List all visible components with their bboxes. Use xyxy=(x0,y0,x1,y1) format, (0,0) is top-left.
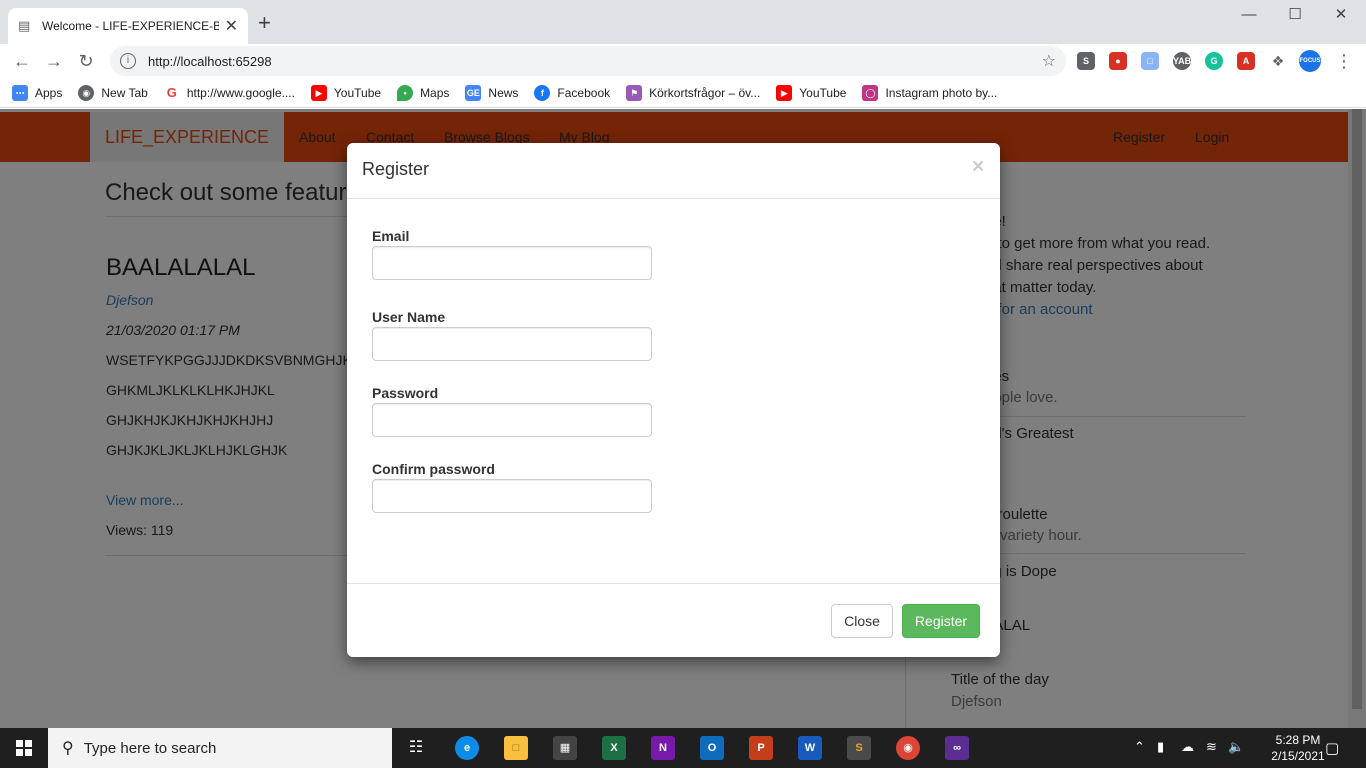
modal-title: Register xyxy=(362,159,430,179)
sublime-text-icon[interactable]: S xyxy=(847,736,871,760)
grammarly-extension-icon[interactable]: G xyxy=(1205,52,1223,70)
close-button[interactable]: Close xyxy=(831,604,893,638)
clock-date: 2/15/2021 xyxy=(1271,749,1325,763)
modal-header: Register × xyxy=(347,143,1000,199)
windows-start-icon[interactable] xyxy=(0,728,48,768)
back-icon[interactable]: ← xyxy=(11,50,33,72)
tab-title: Welcome - LIFE-EXPERIENCE-Blo xyxy=(42,19,219,33)
username-label: User Name xyxy=(372,309,446,325)
bookmark-label: YouTube xyxy=(333,85,382,100)
wifi-icon[interactable]: ≋ xyxy=(1206,739,1217,755)
bookmark-label: Facebook xyxy=(557,85,611,100)
bookmark-facebook[interactable]: f Facebook xyxy=(534,84,611,101)
modal-footer: Close Register xyxy=(347,583,1000,657)
extensions-puzzle-icon[interactable]: ❖ xyxy=(1269,52,1287,70)
device-extension-icon[interactable]: □ xyxy=(1141,52,1159,70)
bookmark-label: Maps xyxy=(420,85,450,100)
browser-tab[interactable]: ▤ Welcome - LIFE-EXPERIENCE-Blo ✕ xyxy=(8,8,248,44)
address-bar[interactable]: i http://localhost:65298 ☆ xyxy=(110,46,1066,76)
tab-close-icon[interactable]: ✕ xyxy=(225,16,238,36)
reload-icon[interactable]: ↻ xyxy=(75,50,97,72)
onedrive-cloud-icon[interactable]: ☁ xyxy=(1181,739,1194,755)
powerpoint-icon[interactable]: P xyxy=(749,736,773,760)
modal-close-icon[interactable]: × xyxy=(972,155,984,179)
bookmark-label: New Tab xyxy=(101,85,148,100)
menu-kebab-icon[interactable]: ⋮ xyxy=(1333,50,1355,72)
bookmark-news[interactable]: GE News xyxy=(465,84,519,101)
edge-icon[interactable]: e xyxy=(455,736,479,760)
store-icon[interactable]: ▦ xyxy=(553,736,577,760)
instagram-icon: ◯ xyxy=(862,84,879,101)
notifications-icon[interactable]: ▢ xyxy=(1325,739,1339,757)
search-icon: ⚲ xyxy=(62,740,74,757)
profile-avatar-icon[interactable]: FOCUS xyxy=(1299,50,1321,72)
bookmarks-bar: ⋯ Apps ◉ New Tab Ghttp://www.google.... ▶ Y… xyxy=(0,78,1366,108)
username-field[interactable] xyxy=(372,327,652,361)
bookmark-star-icon[interactable]: ☆ xyxy=(1042,51,1056,71)
visual-studio-icon[interactable]: ∞ xyxy=(945,736,969,760)
confirm-password-label: Confirm password xyxy=(372,461,495,477)
bookmark-label: Körkortsfrågor – öv... xyxy=(649,85,761,100)
task-view-icon[interactable]: ☷ xyxy=(404,736,428,760)
maps-pin-icon: • xyxy=(397,84,414,101)
taskbar-search[interactable]: ⚲ Type here to search xyxy=(48,728,392,768)
maximize-icon[interactable]: ☐ xyxy=(1272,0,1318,32)
window-close-icon[interactable]: ✕ xyxy=(1318,0,1364,32)
youtube-icon: ▶ xyxy=(776,84,793,101)
site-info-icon[interactable]: i xyxy=(120,53,136,69)
news-icon: GE xyxy=(465,84,482,101)
bookmark-youtube-2[interactable]: ▶ YouTube xyxy=(776,84,847,101)
forward-icon[interactable]: → xyxy=(43,50,65,72)
chrome-icon[interactable]: ◉ xyxy=(896,736,920,760)
word-icon[interactable]: W xyxy=(798,736,822,760)
apps-grid-icon: ⋯ xyxy=(12,84,28,101)
taskbar-clock[interactable]: 5:28 PM 2/15/2021 xyxy=(1270,732,1326,764)
google-icon: G xyxy=(163,84,180,101)
bookmark-new-tab[interactable]: ◉ New Tab xyxy=(78,84,148,101)
browser-tabstrip: ▤ Welcome - LIFE-EXPERIENCE-Blo ✕ + — ☐ … xyxy=(0,0,1366,44)
bookmark-youtube[interactable]: ▶ YouTube xyxy=(310,84,382,101)
minimize-icon[interactable]: — xyxy=(1226,0,1272,32)
outlook-icon[interactable]: O xyxy=(700,736,724,760)
show-hidden-icons-icon[interactable]: ⌃ xyxy=(1134,739,1145,755)
file-explorer-icon[interactable]: □ xyxy=(504,736,528,760)
bookmark-label: Apps xyxy=(35,85,63,100)
flag-icon: ⚑ xyxy=(626,84,643,101)
email-label: Email xyxy=(372,228,410,244)
volume-muted-icon[interactable]: 🔈 xyxy=(1228,739,1244,755)
facebook-icon: f xyxy=(534,84,551,101)
page-viewport: LIFE_EXPERIENCE About Contact Browse Blo… xyxy=(0,109,1366,728)
skype-extension-icon[interactable]: S xyxy=(1077,52,1095,70)
confirm-password-field[interactable] xyxy=(372,479,652,513)
bookmark-instagram[interactable]: ◯ Instagram photo by... xyxy=(862,84,998,101)
password-label: Password xyxy=(372,385,439,401)
onenote-icon[interactable]: N xyxy=(651,736,675,760)
clock-time: 5:28 PM xyxy=(1275,733,1321,747)
battery-icon[interactable]: ▮ xyxy=(1157,739,1164,755)
bookmark-apps[interactable]: ⋯ Apps xyxy=(12,84,63,101)
bookmark-korkort[interactable]: ⚑ Körkortsfrågor – öv... xyxy=(626,84,761,101)
globe-icon: ◉ xyxy=(78,84,95,101)
browser-toolbar: ← → ↻ i http://localhost:65298 ☆ S ● □ Y… xyxy=(0,44,1366,78)
page-favicon-icon: ▤ xyxy=(18,18,31,33)
pdf-extension-icon[interactable]: A xyxy=(1237,52,1255,70)
register-modal: Register × Email User Name Password Conf… xyxy=(347,143,1000,657)
bookmark-label: Instagram photo by... xyxy=(885,85,998,100)
yab-extension-icon[interactable]: YAB xyxy=(1173,52,1191,70)
youtube-icon: ▶ xyxy=(310,84,327,101)
email-field[interactable] xyxy=(372,246,652,280)
excel-icon[interactable]: X xyxy=(602,736,626,760)
bookmark-label: YouTube xyxy=(799,85,847,100)
register-button[interactable]: Register xyxy=(902,604,980,638)
bookmark-google[interactable]: Ghttp://www.google.... xyxy=(163,84,295,101)
bookmark-maps[interactable]: • Maps xyxy=(397,84,450,101)
taskbar-search-placeholder: Type here to search xyxy=(83,739,217,757)
address-url[interactable]: http://localhost:65298 xyxy=(148,54,1042,69)
bookmark-label: News xyxy=(488,85,519,100)
bookmark-label: http://www.google.... xyxy=(186,85,295,100)
new-tab-icon[interactable]: + xyxy=(258,12,271,34)
windows-taskbar: ⚲ Type here to search ☷ e □ ▦ X N O P W … xyxy=(0,728,1366,768)
password-field[interactable] xyxy=(372,403,652,437)
adblock-extension-icon[interactable]: ● xyxy=(1109,52,1127,70)
